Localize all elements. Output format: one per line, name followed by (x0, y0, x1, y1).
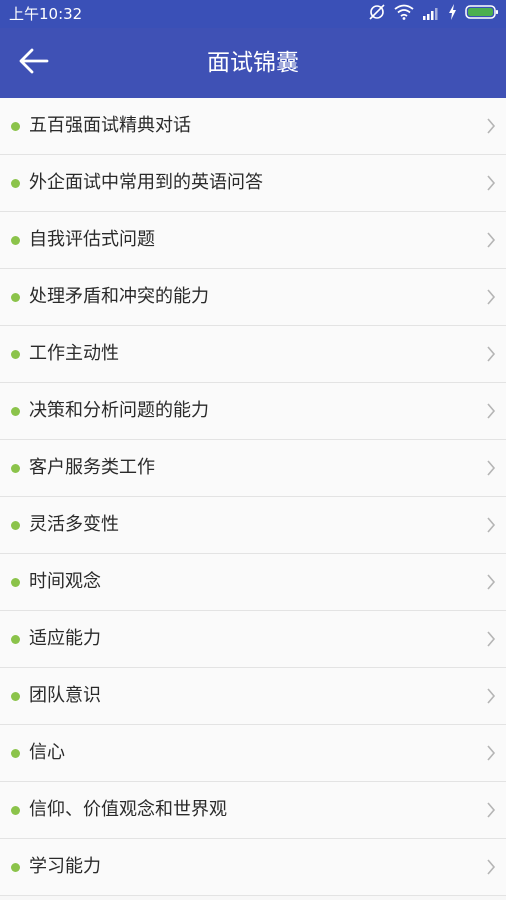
list-item[interactable]: 决策和分析问题的能力 (0, 383, 506, 440)
chevron-right-icon (487, 346, 496, 362)
battery-icon (465, 4, 499, 24)
chevron-right-icon (487, 118, 496, 134)
bullet-icon (11, 692, 20, 701)
list-item[interactable]: 灵活多变性 (0, 497, 506, 554)
chevron-right-icon (487, 631, 496, 647)
topic-list: 五百强面试精典对话 外企面试中常用到的英语问答 自我评估式问题 处理矛盾和冲突的… (0, 98, 506, 896)
chevron-right-icon (487, 403, 496, 419)
list-item[interactable]: 工作主动性 (0, 326, 506, 383)
list-item[interactable]: 学习能力 (0, 839, 506, 896)
list-item[interactable]: 自我评估式问题 (0, 212, 506, 269)
bullet-icon (11, 407, 20, 416)
list-item-label: 时间观念 (29, 571, 101, 592)
list-item-label: 处理矛盾和冲突的能力 (29, 286, 209, 307)
sync-off-icon (368, 3, 386, 25)
status-bar: 上午10:32 (0, 0, 506, 28)
list-item-label: 外企面试中常用到的英语问答 (29, 172, 263, 193)
charging-icon (448, 4, 457, 24)
bullet-icon (11, 749, 20, 758)
chevron-right-icon (487, 517, 496, 533)
list-item-label: 信心 (29, 742, 65, 763)
list-item-label: 信仰、价值观念和世界观 (29, 799, 227, 820)
bullet-icon (11, 806, 20, 815)
list-item-label: 五百强面试精典对话 (29, 115, 191, 136)
signal-icon (422, 5, 440, 24)
bullet-icon (11, 863, 20, 872)
status-time: 上午10:32 (9, 5, 83, 23)
list-item-label: 工作主动性 (29, 343, 119, 364)
bullet-icon (11, 122, 20, 131)
chevron-right-icon (487, 859, 496, 875)
chevron-right-icon (487, 574, 496, 590)
bullet-icon (11, 464, 20, 473)
list-item[interactable]: 信心 (0, 725, 506, 782)
chevron-right-icon (487, 175, 496, 191)
chevron-right-icon (487, 460, 496, 476)
chevron-right-icon (487, 289, 496, 305)
list-item[interactable]: 外企面试中常用到的英语问答 (0, 155, 506, 212)
list-item-label: 灵活多变性 (29, 514, 119, 535)
bullet-icon (11, 350, 20, 359)
list-item-label: 团队意识 (29, 685, 101, 706)
chevron-right-icon (487, 688, 496, 704)
bullet-icon (11, 179, 20, 188)
list-item[interactable]: 处理矛盾和冲突的能力 (0, 269, 506, 326)
list-item[interactable]: 适应能力 (0, 611, 506, 668)
list-item[interactable]: 信仰、价值观念和世界观 (0, 782, 506, 839)
list-item[interactable]: 时间观念 (0, 554, 506, 611)
list-item-label: 适应能力 (29, 628, 101, 649)
wifi-icon (394, 4, 414, 24)
chevron-right-icon (487, 745, 496, 761)
chevron-right-icon (487, 802, 496, 818)
list-item[interactable]: 客户服务类工作 (0, 440, 506, 497)
bullet-icon (11, 293, 20, 302)
page-title: 面试锦囊 (207, 50, 299, 76)
list-item[interactable]: 五百强面试精典对话 (0, 98, 506, 155)
status-icons (368, 4, 499, 24)
bullet-icon (11, 236, 20, 245)
arrow-left-icon (19, 48, 49, 78)
bullet-icon (11, 635, 20, 644)
list-item-label: 自我评估式问题 (29, 229, 155, 250)
list-item-label: 决策和分析问题的能力 (29, 400, 209, 421)
list-item-label: 学习能力 (29, 856, 101, 877)
bullet-icon (11, 578, 20, 587)
list-item-label: 客户服务类工作 (29, 457, 155, 478)
back-button[interactable] (14, 45, 54, 81)
chevron-right-icon (487, 232, 496, 248)
bullet-icon (11, 521, 20, 530)
app-bar: 面试锦囊 (0, 28, 506, 98)
list-item[interactable]: 团队意识 (0, 668, 506, 725)
